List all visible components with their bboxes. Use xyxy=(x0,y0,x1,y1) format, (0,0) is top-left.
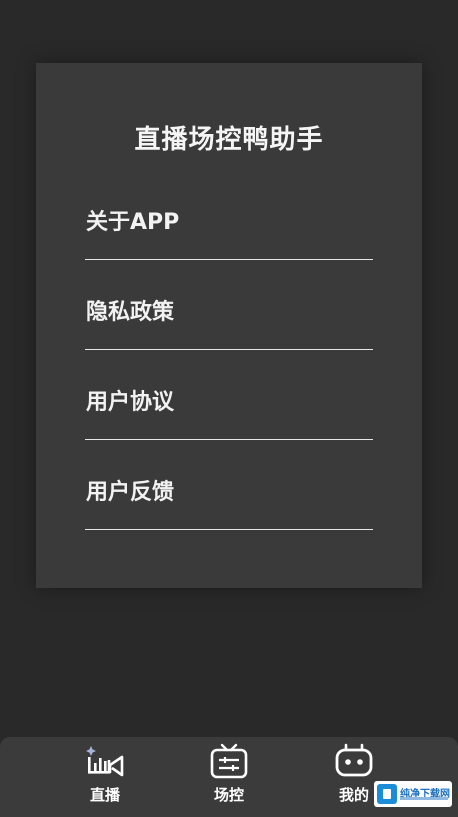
settings-card: 直播场控鸭助手 关于APP 隐私政策 用户协议 用户反馈 xyxy=(36,63,422,588)
menu-item-label: 用户协议 xyxy=(86,390,175,415)
bottom-tab-bar: 直播 场控 我的 纯净下载网 xyxy=(0,737,458,817)
menu-item-user-feedback[interactable]: 用户反馈 xyxy=(85,474,373,530)
watermark-logo-icon xyxy=(377,784,397,804)
watermark-underline xyxy=(400,797,448,800)
tab-control-label: 场控 xyxy=(213,786,244,804)
tv-control-icon xyxy=(209,743,249,779)
page-title: 直播场控鸭助手 xyxy=(134,125,324,155)
live-camera-icon xyxy=(85,743,125,779)
menu-item-privacy-policy[interactable]: 隐私政策 xyxy=(85,294,373,350)
site-watermark-logo: 纯净下载网 xyxy=(374,781,452,807)
menu-item-label: 关于APP xyxy=(86,210,180,235)
menu-item-about-app[interactable]: 关于APP xyxy=(85,204,373,260)
menu-item-label: 用户反馈 xyxy=(86,480,175,505)
tab-control[interactable]: 场控 xyxy=(189,737,269,817)
app-screen: 直播场控鸭助手 关于APP 隐私政策 用户协议 用户反馈 直播 场控 我的 纯净… xyxy=(0,0,458,817)
tab-live[interactable]: 直播 xyxy=(65,737,145,817)
menu-item-user-agreement[interactable]: 用户协议 xyxy=(85,384,373,440)
menu-item-label: 隐私政策 xyxy=(86,300,175,325)
robot-profile-icon xyxy=(334,743,374,779)
tab-live-label: 直播 xyxy=(89,786,120,804)
